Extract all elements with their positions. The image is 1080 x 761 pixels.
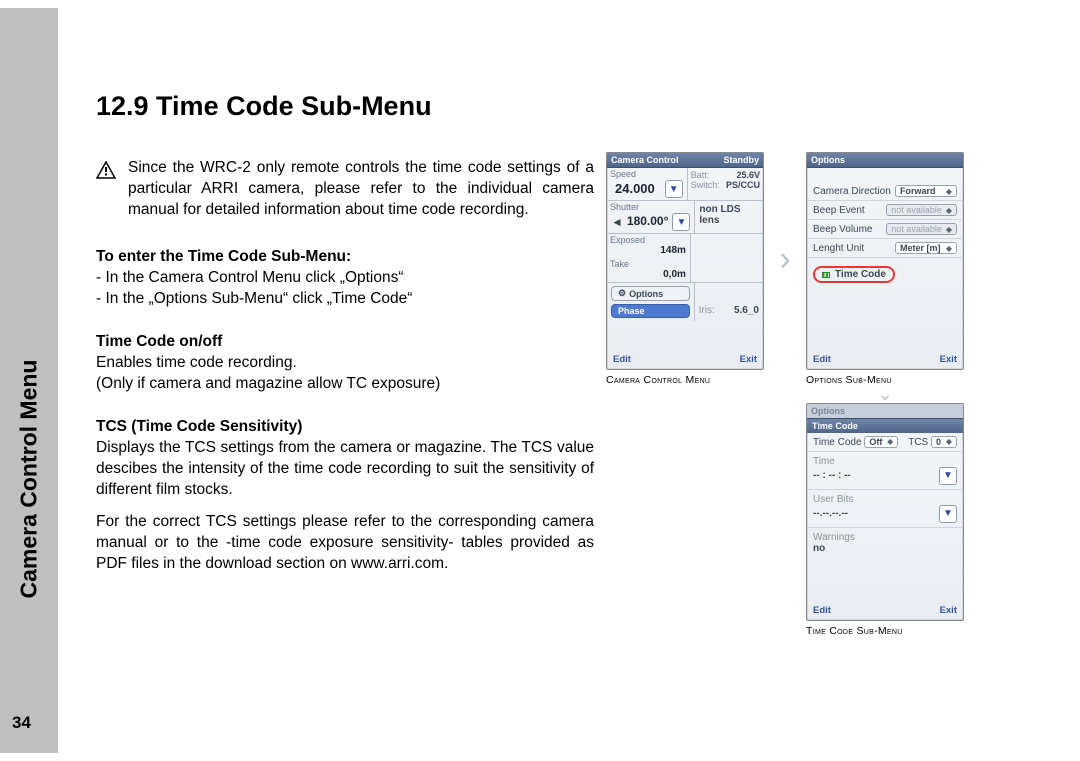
intro-paragraph: Since the WRC-2 only remote controls the… bbox=[128, 158, 594, 221]
camdir-label: Camera Direction bbox=[813, 186, 891, 197]
page-heading: 12.9 Time Code Sub-Menu bbox=[96, 88, 594, 124]
tc-onoff-line1: Enables time code recording. bbox=[96, 353, 594, 374]
exit-button[interactable]: Exit bbox=[940, 605, 957, 616]
userbits-dropdown-icon[interactable]: ▼ bbox=[939, 505, 957, 523]
options-button[interactable]: ⚙ Options bbox=[611, 286, 690, 301]
scrC-title: Options bbox=[811, 406, 845, 416]
tcs-label: TCS bbox=[908, 437, 928, 448]
batt-label: Batt: bbox=[691, 170, 710, 180]
iris-value: 5.6_0 bbox=[734, 305, 759, 316]
tc-onoff-heading: Time Code on/off bbox=[96, 332, 594, 353]
tc-onoff-line2: (Only if camera and magazine allow TC ex… bbox=[96, 374, 594, 395]
tcs-para2: For the correct TCS settings please refe… bbox=[96, 512, 594, 575]
time-label: Time bbox=[813, 456, 957, 467]
edit-button[interactable]: Edit bbox=[813, 605, 831, 616]
lenunit-select[interactable]: Meter [m]◆ bbox=[895, 242, 957, 254]
enter-step-2: - In the „Options Sub-Menu“ click „Time … bbox=[96, 289, 594, 310]
shutter-dropdown-icon[interactable]: ▼ bbox=[672, 213, 690, 231]
chevron-right-icon: › bbox=[779, 242, 790, 276]
time-dropdown-icon[interactable]: ▼ bbox=[939, 467, 957, 485]
main-content: 12.9 Time Code Sub-Menu Since the WRC-2 … bbox=[96, 88, 594, 597]
tc-label: Time Code bbox=[813, 437, 862, 448]
sidebar-title: Camera Control Menu bbox=[16, 329, 43, 599]
lens-value: non LDS lens bbox=[699, 204, 740, 226]
caption-timecode: Time Code Sub-Menu bbox=[806, 625, 964, 637]
caption-camera-control: Camera Control Menu bbox=[606, 374, 764, 386]
shutter-label: Shutter bbox=[607, 201, 694, 212]
tcs-heading: TCS (Time Code Sensitivity) bbox=[96, 417, 594, 438]
scrA-status: Standby bbox=[723, 155, 759, 165]
screenshot-camera-control: Camera Control Standby Speed 24.000 ▼ Batt… bbox=[606, 152, 764, 370]
lenunit-label: Lenght Unit bbox=[813, 243, 864, 254]
beepvol-label: Beep Volume bbox=[813, 224, 873, 235]
userbits-value: --.--.--.-- bbox=[813, 508, 848, 519]
timecode-button[interactable]: Time Code bbox=[813, 266, 895, 283]
beepev-select: not available◆ bbox=[886, 204, 957, 216]
take-label: Take bbox=[607, 258, 690, 269]
chevron-down-icon: ⌄ bbox=[877, 388, 892, 401]
take-value: 0,0m bbox=[607, 269, 690, 282]
camdir-select[interactable]: Forward◆ bbox=[895, 185, 957, 197]
time-value: -- : -- : -- bbox=[813, 470, 851, 481]
switch-label: Switch: bbox=[691, 180, 720, 190]
batt-value: 25.6V bbox=[736, 170, 760, 180]
speed-value: 24.000 bbox=[611, 181, 659, 198]
phase-button[interactable]: Phase bbox=[611, 304, 690, 318]
exit-button[interactable]: Exit bbox=[740, 354, 757, 365]
exposed-value: 148m bbox=[607, 245, 690, 258]
exposed-label: Exposed bbox=[607, 234, 690, 245]
warning-icon bbox=[96, 161, 116, 179]
switch-value: PS/CCU bbox=[726, 180, 760, 190]
warnings-value: no bbox=[813, 543, 825, 554]
timecode-icon bbox=[822, 272, 830, 278]
tcs-para1: Displays the TCS settings from the camer… bbox=[96, 438, 594, 501]
enter-step-1: - In the Camera Control Menu click „Opti… bbox=[96, 268, 594, 289]
speed-dropdown-icon[interactable]: ▼ bbox=[665, 180, 683, 198]
scrA-title: Camera Control bbox=[611, 155, 679, 165]
tc-select[interactable]: Off◆ bbox=[864, 436, 898, 448]
iris-label: Iris: bbox=[699, 305, 715, 316]
speed-label: Speed bbox=[607, 168, 687, 179]
beepev-label: Beep Event bbox=[813, 205, 865, 216]
figures-column: Camera Control Standby Speed 24.000 ▼ Batt… bbox=[606, 152, 1046, 637]
scrB-title: Options bbox=[811, 155, 845, 165]
edit-button[interactable]: Edit bbox=[813, 354, 831, 365]
screenshot-options: Options Camera Direction Forward◆ Beep E… bbox=[806, 152, 964, 370]
page-number: 34 bbox=[12, 713, 31, 733]
screenshot-timecode: Options Time Code Time Code Off◆ TCS 0◆ … bbox=[806, 403, 964, 621]
tcs-select[interactable]: 0◆ bbox=[931, 436, 957, 448]
beepvol-select: not available◆ bbox=[886, 223, 957, 235]
edit-button[interactable]: Edit bbox=[613, 354, 631, 365]
userbits-label: User Bits bbox=[813, 494, 957, 505]
timecode-bar: Time Code bbox=[807, 419, 963, 433]
sidebar: Camera Control Menu 34 bbox=[0, 8, 58, 753]
warnings-label: Warnings bbox=[813, 532, 957, 543]
exit-button[interactable]: Exit bbox=[940, 354, 957, 365]
shutter-value: 180.00° bbox=[623, 214, 673, 230]
enter-heading: To enter the Time Code Sub-Menu: bbox=[96, 247, 594, 268]
